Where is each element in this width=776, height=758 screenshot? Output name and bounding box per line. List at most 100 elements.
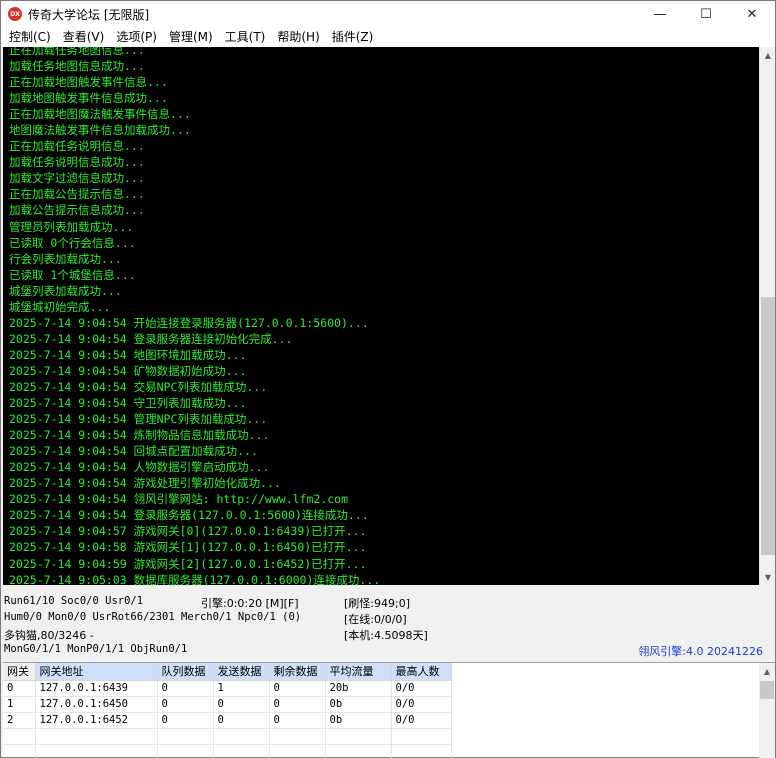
log-line: 2025-7-14 9:04:54 回城点配置加载成功... <box>9 444 258 459</box>
log-console[interactable]: 正在加载任务地图信息... 加载任务地图信息成功... 正在加载地图触发事件信息..… <box>3 47 759 585</box>
log-line: 2025-7-14 9:04:54 守卫列表加载成功... <box>9 396 247 411</box>
cell-avg-traffic: 0b <box>325 696 392 713</box>
maximize-button[interactable]: ☐ <box>683 1 729 27</box>
table-header-row: 网关 网关地址 队列数据 发送数据 剩余数据 平均流量 最高人数 <box>3 663 452 681</box>
status-panel: Run61/10 Soc0/0 Usr0/1 引擎:0:0:20 [M][F] … <box>1 587 775 659</box>
log-line: 2025-7-14 9:05:03 数据库服务器(127.0.0.1:6000)… <box>9 572 381 585</box>
status-refresh: [刷怪:949;0] <box>344 597 410 610</box>
log-line: 城堡列表加载成功... <box>9 283 122 298</box>
log-line: 2025-7-14 9:04:54 翎风引擎网站: http://www.lfm… <box>9 492 349 507</box>
menu-bar: 控制(C) 查看(V) 选项(P) 管理(M) 工具(T) 帮助(H) 插件(Z… <box>1 27 775 47</box>
close-button[interactable]: ✕ <box>729 1 775 27</box>
column-header-gateway[interactable]: 网关 <box>3 663 36 681</box>
menu-manage[interactable]: 管理(M) <box>163 27 219 47</box>
cell-address: 127.0.0.1:6452 <box>35 712 158 729</box>
status-hook: 多钩猫,80/3246 - <box>4 629 94 642</box>
cell-max-users: 0/0 <box>391 680 452 697</box>
log-line: 城堡城初始完成... <box>9 299 111 314</box>
cell-sent: 1 <box>213 680 270 697</box>
log-line: 2025-7-14 9:04:54 管理NPC列表加载成功... <box>9 412 268 427</box>
log-line: 加载公告提示信息成功... <box>9 203 145 218</box>
log-line: 加载地图触发事件信息成功... <box>9 91 168 106</box>
log-line: 2025-7-14 9:04:54 登录服务器(127.0.0.1:5600)连… <box>9 508 369 523</box>
scroll-down-arrow-icon[interactable]: ▼ <box>760 569 776 585</box>
table-scrollbar[interactable]: ▲ <box>759 663 775 758</box>
menu-options[interactable]: 选项(P) <box>110 27 163 47</box>
table-row-empty <box>3 728 452 745</box>
cell-sent: 0 <box>213 712 270 729</box>
status-hum: Hum0/0 Mon0/0 UsrRot66/2301 Merch0/1 Npc… <box>4 611 302 623</box>
table-row[interactable]: 1 127.0.0.1:6450 0 0 0 0b 0/0 <box>3 696 452 713</box>
log-line: 2025-7-14 9:04:54 矿物数据初始成功... <box>9 363 247 378</box>
column-header-max-users[interactable]: 最高人数 <box>391 663 452 681</box>
cell-remaining: 0 <box>269 680 326 697</box>
cell-gateway: 2 <box>3 712 36 729</box>
cell-max-users: 0/0 <box>391 696 452 713</box>
log-line: 已读取 1个城堡信息... <box>9 267 136 282</box>
engine-version: 翎风引擎:4.0 20241226 <box>638 645 763 658</box>
cell-gateway: 0 <box>3 680 36 697</box>
cell-max-users: 0/0 <box>391 712 452 729</box>
status-mong: MonG0/1/1 MonP0/1/1 ObjRun0/1 <box>4 643 188 655</box>
menu-view[interactable]: 查看(V) <box>57 27 111 47</box>
column-header-remaining[interactable]: 剩余数据 <box>269 663 326 681</box>
cell-avg-traffic: 20b <box>325 680 392 697</box>
log-line: 正在加载任务地图信息... <box>9 47 145 57</box>
log-line: 2025-7-14 9:04:59 游戏网关[2](127.0.0.1:6452… <box>9 556 367 571</box>
log-line: 加载任务地图信息成功... <box>9 59 145 74</box>
title-bar[interactable]: DX 传奇大学论坛 [无限版] — ☐ ✕ <box>1 1 775 27</box>
app-logo-icon: DX <box>8 7 22 21</box>
log-line: 2025-7-14 9:04:54 炼制物品信息加载成功... <box>9 428 270 443</box>
column-header-sent[interactable]: 发送数据 <box>213 663 270 681</box>
log-lines: 正在加载任务地图信息... 加载任务地图信息成功... 正在加载地图触发事件信息..… <box>9 47 380 585</box>
log-line: 加载任务说明信息成功... <box>9 155 145 170</box>
log-line: 地图魔法触发事件信息加载成功... <box>9 123 191 138</box>
cell-queue: 0 <box>157 696 214 713</box>
table-scroll-up-arrow-icon[interactable]: ▲ <box>759 663 775 679</box>
log-line: 2025-7-14 9:04:58 游戏网关[1](127.0.0.1:6450… <box>9 540 367 555</box>
window-title: 传奇大学论坛 [无限版] <box>28 7 150 22</box>
column-header-address[interactable]: 网关地址 <box>35 663 158 681</box>
log-line: 管理员列表加载成功... <box>9 219 134 234</box>
table-row-empty <box>3 744 452 758</box>
cell-queue: 0 <box>157 680 214 697</box>
log-line: 正在加载任务说明信息... <box>9 139 145 154</box>
gateway-table: 网关 网关地址 队列数据 发送数据 剩余数据 平均流量 最高人数 0 127.0… <box>3 663 452 758</box>
log-scrollbar[interactable]: ▲ ▼ <box>759 47 775 585</box>
cell-address: 127.0.0.1:6439 <box>35 680 158 697</box>
menu-tools[interactable]: 工具(T) <box>219 27 272 47</box>
table-scroll-thumb[interactable] <box>760 681 774 699</box>
cell-avg-traffic: 0b <box>325 712 392 729</box>
scroll-up-arrow-icon[interactable]: ▲ <box>760 47 776 63</box>
cell-queue: 0 <box>157 712 214 729</box>
log-line: 行会列表加载成功... <box>9 251 122 266</box>
column-header-avg-traffic[interactable]: 平均流量 <box>325 663 392 681</box>
log-line: 2025-7-14 9:04:54 登录服务器连接初始化完成... <box>9 331 293 346</box>
minimize-button[interactable]: — <box>637 1 683 27</box>
menu-control[interactable]: 控制(C) <box>3 27 57 47</box>
log-line: 2025-7-14 9:04:54 交易NPC列表加载成功... <box>9 379 268 394</box>
log-line: 2025-7-14 9:04:57 游戏网关[0](127.0.0.1:6439… <box>9 524 367 539</box>
cell-remaining: 0 <box>269 712 326 729</box>
cell-sent: 0 <box>213 696 270 713</box>
log-line: 2025-7-14 9:04:54 人物数据引擎启动成功... <box>9 460 270 475</box>
log-line: 2025-7-14 9:04:54 地图环境加载成功... <box>9 347 247 362</box>
log-line: 正在加载地图魔法触发事件信息... <box>9 107 191 122</box>
column-header-queue[interactable]: 队列数据 <box>157 663 214 681</box>
log-line: 正在加载地图触发事件信息... <box>9 75 168 90</box>
menu-help[interactable]: 帮助(H) <box>271 27 325 47</box>
scroll-thumb[interactable] <box>761 297 775 555</box>
table-row[interactable]: 2 127.0.0.1:6452 0 0 0 0b 0/0 <box>3 712 452 729</box>
log-line: 2025-7-14 9:04:54 开始连接登录服务器(127.0.0.1:56… <box>9 315 369 330</box>
menu-plugins[interactable]: 插件(Z) <box>326 27 380 47</box>
cell-address: 127.0.0.1:6450 <box>35 696 158 713</box>
window-controls: — ☐ ✕ <box>637 1 775 27</box>
cell-remaining: 0 <box>269 696 326 713</box>
main-window: DX 传奇大学论坛 [无限版] — ☐ ✕ 控制(C) 查看(V) 选项(P) … <box>0 0 776 758</box>
status-machine: [本机:4.5098天] <box>344 629 428 642</box>
log-line: 正在加载公告提示信息... <box>9 187 145 202</box>
gateway-table-panel: 网关 网关地址 队列数据 发送数据 剩余数据 平均流量 最高人数 0 127.0… <box>3 662 775 758</box>
table-row[interactable]: 0 127.0.0.1:6439 0 1 0 20b 0/0 <box>3 680 452 697</box>
status-run: Run61/10 Soc0/0 Usr0/1 <box>4 595 144 607</box>
log-line: 2025-7-14 9:04:54 游戏处理引擎初始化成功... <box>9 476 281 491</box>
